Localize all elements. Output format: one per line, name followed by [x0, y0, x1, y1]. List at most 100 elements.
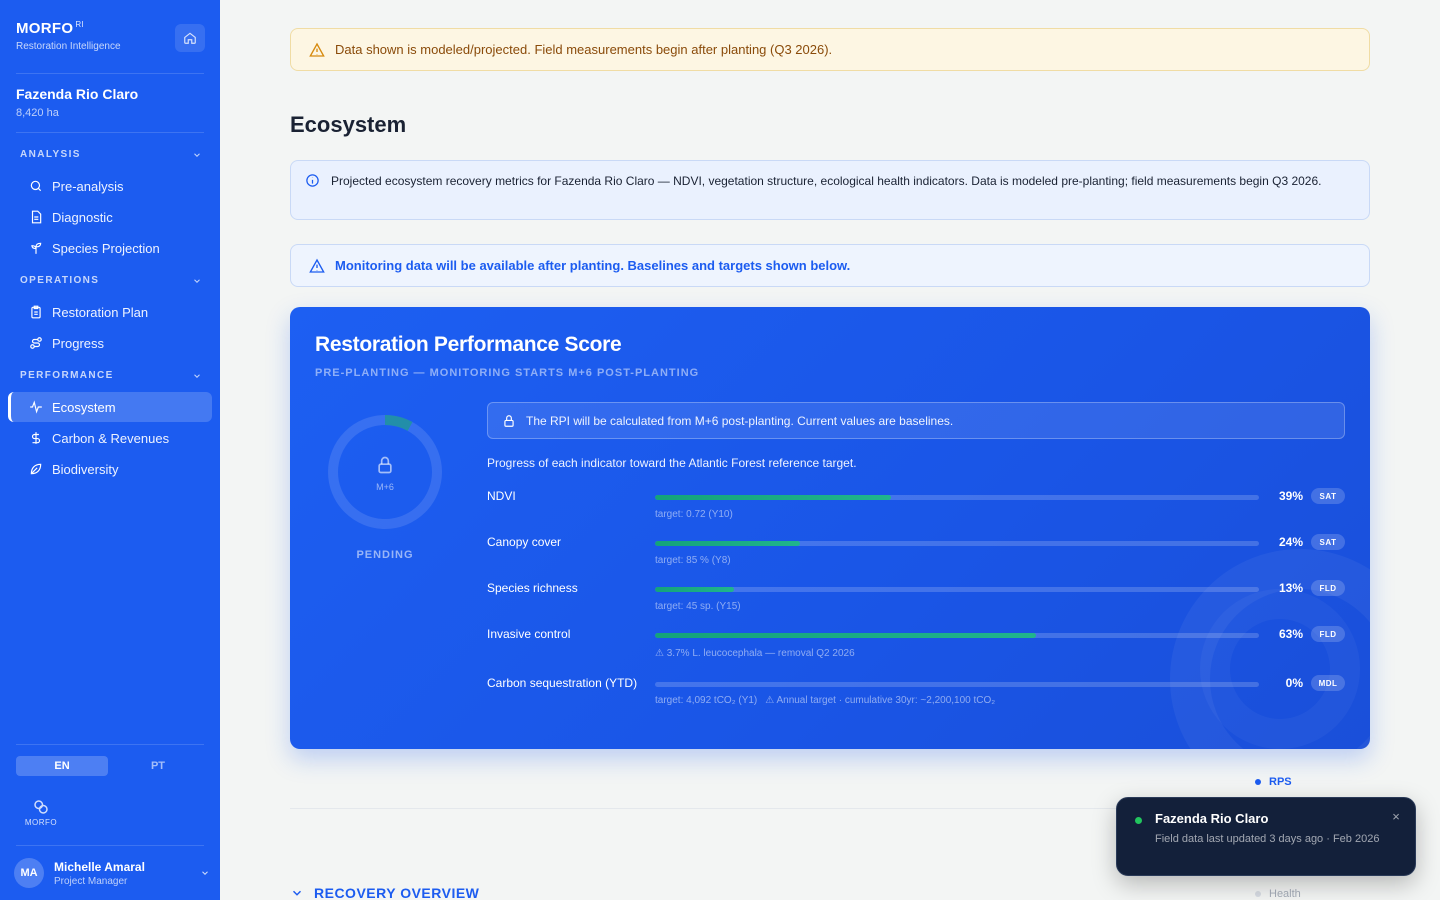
indicator-percent: 39% — [1278, 489, 1303, 503]
source-badge: MDL — [1311, 675, 1345, 691]
info-box: Projected ecosystem recovery metrics for… — [290, 160, 1370, 220]
document-icon — [28, 209, 44, 225]
score-status: PENDING — [356, 549, 414, 561]
indicator-fill — [655, 495, 891, 500]
indicator-percent: 0% — [1285, 676, 1303, 690]
chevron-down-icon — [194, 278, 200, 283]
ring-label: M+6 — [376, 482, 394, 492]
indicator-percent: 63% — [1278, 627, 1303, 641]
farm-name: Fazenda Rio Claro — [16, 86, 139, 102]
indicator-row: Invasive control 63% FLD ⚠ 3.7% L. leuco… — [487, 626, 1345, 667]
sidebar-item-biodiversity[interactable]: Biodiversity — [8, 454, 212, 484]
sidebar-item-ecosystem[interactable]: Ecosystem — [8, 392, 212, 422]
brand-subtitle: Restoration Intelligence — [16, 41, 121, 52]
indicator-name: NDVI — [487, 489, 516, 503]
indicator-target: target: 4,092 tCO₂ (Y1) ⚠ Annual target ·… — [655, 695, 996, 706]
sidebar: MORFO RI Restoration Intelligence Fazenda… — [0, 0, 220, 900]
indicator-row: NDVI 39% SAT target: 0.72 (Y10) — [487, 488, 1345, 529]
indicator-row: Species richness 13% FLD target: 45 sp. … — [487, 580, 1345, 621]
main-content: Data shown is modeled/projected. Field m… — [220, 0, 1440, 900]
indicator-target: target: 85 % (Y8) — [655, 555, 731, 566]
indicator-track — [655, 587, 1259, 592]
lock-icon — [378, 456, 392, 474]
language-switch: EN PT — [16, 756, 204, 776]
legend-health[interactable]: Health — [1255, 888, 1301, 900]
morfo-logo-icon — [34, 800, 48, 814]
legend-dot — [1255, 779, 1261, 785]
info-icon — [305, 173, 320, 194]
indicator-target: target: 45 sp. (Y15) — [655, 601, 741, 612]
indicator-fill — [655, 633, 1036, 638]
indicator-row: Carbon sequestration (YTD) 0% MDL target… — [487, 675, 1345, 716]
source-badge: FLD — [1311, 626, 1345, 642]
clipboard-icon — [28, 304, 44, 320]
legend-rps[interactable]: RPS — [1255, 776, 1292, 788]
home-button[interactable] — [175, 24, 205, 52]
monitoring-notice: Monitoring data will be available after … — [290, 244, 1370, 287]
divider — [16, 744, 204, 745]
toast-title: Fazenda Rio Claro — [1155, 811, 1269, 826]
ring-center: M+6 — [325, 455, 445, 492]
sidebar-item-pre-analysis[interactable]: Pre-analysis — [8, 171, 212, 201]
warning-icon — [309, 42, 325, 58]
recovery-overview-toggle[interactable]: RECOVERY OVERVIEW — [290, 885, 479, 900]
source-badge: FLD — [1311, 580, 1345, 596]
leaf-icon — [28, 461, 44, 477]
indicator-name: Carbon sequestration (YTD) — [487, 676, 638, 690]
indicator-percent: 24% — [1278, 535, 1303, 549]
sidebar-item-diagnostic[interactable]: Diagnostic — [8, 202, 212, 232]
indicator-track — [655, 541, 1259, 546]
close-icon[interactable]: × — [1388, 809, 1404, 825]
farm-selector[interactable]: Fazenda Rio Claro 8,420 ha — [16, 86, 138, 119]
sidebar-item-restoration-plan[interactable]: Restoration Plan — [8, 297, 212, 327]
chevron-down-icon — [194, 152, 200, 157]
pulse-icon — [28, 399, 44, 415]
toast-text: Field data last updated 3 days ago · Feb… — [1155, 833, 1380, 845]
sidebar-item-carbon-revenues[interactable]: Carbon & Revenues — [8, 423, 212, 453]
user-name: Michelle Amaral — [54, 859, 145, 874]
lang-pt-button[interactable]: PT — [112, 756, 204, 776]
user-role: Project Manager — [54, 875, 128, 887]
indicator-target-note: ⚠ Annual target · cumulative 30yr: ~2,20… — [765, 695, 996, 706]
divider — [16, 132, 204, 133]
sprout-icon — [28, 240, 44, 256]
source-badge: SAT — [1311, 488, 1345, 504]
section-performance[interactable]: PERFORMANCE — [20, 370, 202, 381]
page-title: Ecosystem — [290, 112, 407, 137]
indicator-fill — [655, 587, 734, 592]
indicator-warning: ⚠ 3.7% L. leucocephala — removal Q2 2026 — [655, 648, 855, 659]
user-menu[interactable]: MA Michelle Amaral Project Manager — [14, 858, 210, 888]
divider — [16, 845, 204, 846]
dollar-icon — [28, 430, 44, 446]
chevron-down-icon — [194, 373, 200, 378]
info-text: Projected ecosystem recovery metrics for… — [331, 174, 1322, 188]
indicator-track — [655, 633, 1259, 638]
indicator-percent: 13% — [1278, 581, 1303, 595]
indicator-fill — [655, 541, 800, 546]
chevron-down-icon — [202, 871, 208, 875]
notification-toast: Fazenda Rio Claro Field data last update… — [1116, 797, 1416, 876]
brand-name: MORFO RI — [16, 20, 84, 37]
score-title: Restoration Performance Score — [315, 333, 622, 356]
legend-dot — [1255, 891, 1261, 897]
route-icon — [28, 335, 44, 351]
indicator-intro: Progress of each indicator toward the At… — [487, 456, 857, 470]
score-subtitle: PRE-PLANTING — MONITORING STARTS M+6 POS… — [315, 367, 700, 379]
lock-icon — [502, 414, 516, 428]
section-analysis[interactable]: ANALYSIS — [20, 149, 202, 160]
indicator-name: Species richness — [487, 581, 578, 595]
farm-area: 8,420 ha — [16, 107, 59, 119]
search-icon — [28, 178, 44, 194]
avatar: MA — [14, 858, 44, 888]
indicator-name: Canopy cover — [487, 535, 562, 549]
sidebar-item-progress[interactable]: Progress — [8, 328, 212, 358]
indicator-track — [655, 495, 1259, 500]
section-operations[interactable]: OPERATIONS — [20, 275, 202, 286]
status-dot — [1135, 817, 1142, 824]
lang-en-button[interactable]: EN — [16, 756, 108, 776]
indicator-row: Canopy cover 24% SAT target: 85 % (Y8) — [487, 534, 1345, 575]
home-icon — [184, 32, 196, 44]
divider — [16, 73, 204, 74]
indicator-name: Invasive control — [487, 627, 571, 641]
sidebar-item-species-projection[interactable]: Species Projection — [8, 233, 212, 263]
